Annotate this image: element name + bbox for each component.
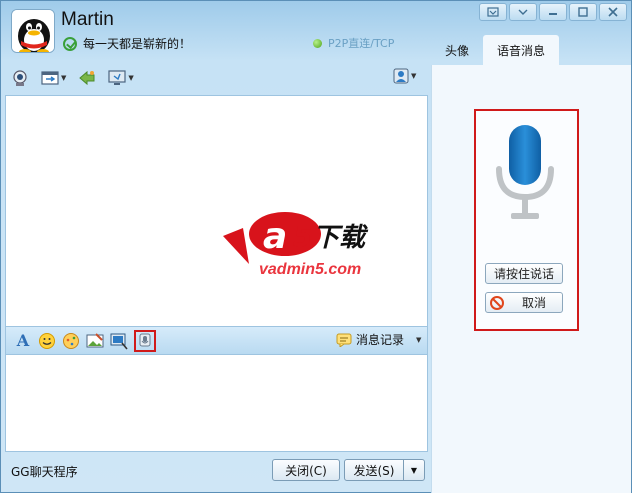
chat-window: Martin 每一天都是崭新的！ P2P直连/TCP ▼ ▼ ▼ a 5 下载 … xyxy=(0,0,632,493)
voice-message-icon xyxy=(139,333,151,346)
contact-card-dropdown-icon[interactable]: ▼ xyxy=(411,72,416,80)
voice-message-button[interactable] xyxy=(134,329,156,352)
font-icon: A xyxy=(16,331,30,350)
image-icon xyxy=(86,332,104,347)
send-button[interactable]: 发送(S) xyxy=(344,459,404,481)
connection-status: P2P直连/TCP xyxy=(313,35,394,51)
cancel-icon xyxy=(490,295,504,310)
screenshot-button[interactable] xyxy=(110,332,128,350)
send-options-button[interactable]: ▼ xyxy=(403,459,425,481)
contact-avatar[interactable] xyxy=(11,9,55,53)
camera-icon xyxy=(13,70,27,86)
microphone-graphic xyxy=(494,123,556,223)
chevron-down-icon: ▼ xyxy=(410,465,418,475)
side-panel-tabs: 头像 语音消息 xyxy=(431,35,560,65)
maximize-button[interactable] xyxy=(569,3,597,21)
magic-emoji-button[interactable] xyxy=(62,332,80,350)
emoji-icon xyxy=(39,332,55,349)
video-call-button[interactable] xyxy=(7,67,33,89)
a5-logo-icon: a 5 下载 vadmin5.com xyxy=(223,212,369,278)
connection-dot-icon xyxy=(313,38,322,48)
close-button[interactable] xyxy=(599,3,627,21)
menu-icon xyxy=(518,9,528,15)
signature-text: 每一天都是崭新的！ xyxy=(83,37,192,51)
file-transfer-icon xyxy=(41,71,59,85)
app-name-label: GG聊天程序 xyxy=(11,465,78,479)
signature-status-icon xyxy=(63,36,77,51)
skin-button[interactable] xyxy=(479,3,507,21)
input-tool-icons: A xyxy=(6,329,156,352)
file-transfer-button[interactable]: ▼ xyxy=(37,67,70,89)
emoji-button[interactable] xyxy=(38,332,56,350)
hold-to-talk-button[interactable]: 请按住说话 xyxy=(485,263,563,284)
skin-icon xyxy=(487,7,499,17)
contact-card-icon xyxy=(393,68,409,84)
history-dropdown-icon[interactable]: ▼ xyxy=(416,336,421,344)
screen-share-dropdown-icon[interactable]: ▼ xyxy=(128,74,133,82)
microphone-icon xyxy=(496,125,554,219)
input-toolbar: A 消息记录 ▼ xyxy=(5,327,428,354)
app-share-icon xyxy=(79,70,95,86)
close-icon xyxy=(608,7,618,17)
svg-text:a: a xyxy=(263,216,287,257)
magic-emoji-icon xyxy=(63,332,79,349)
message-history-label: 消息记录 xyxy=(356,333,405,347)
svg-text:下载: 下载 xyxy=(313,223,369,253)
message-history-button[interactable]: 消息记录 ▼ xyxy=(336,331,421,348)
window-controls xyxy=(479,3,627,21)
image-button[interactable] xyxy=(86,332,104,350)
a5-watermark-logo: a 5 下载 vadmin5.com xyxy=(223,206,413,286)
chat-toolbar: ▼ ▼ xyxy=(7,65,427,91)
contact-card-button[interactable]: ▼ xyxy=(393,68,416,84)
font-button[interactable]: A xyxy=(14,331,32,350)
screen-share-button[interactable]: ▼ xyxy=(104,67,137,89)
contact-signature: 每一天都是崭新的！ xyxy=(63,35,191,52)
tab-avatar[interactable]: 头像 xyxy=(431,35,483,65)
maximize-icon xyxy=(578,7,588,17)
cancel-label: 取消 xyxy=(522,296,547,310)
minimize-icon xyxy=(549,13,557,15)
screenshot-icon xyxy=(110,333,128,350)
svg-text:5: 5 xyxy=(293,220,312,253)
minimize-button[interactable] xyxy=(539,3,567,21)
penguin-avatar-icon xyxy=(12,10,54,52)
contact-name: Martin xyxy=(61,9,114,30)
menu-button[interactable] xyxy=(509,3,537,21)
message-history-icon xyxy=(336,333,352,347)
file-transfer-dropdown-icon[interactable]: ▼ xyxy=(61,74,66,82)
screen-share-icon xyxy=(108,70,126,85)
app-share-button[interactable] xyxy=(74,67,100,89)
tab-voice-message[interactable]: 语音消息 xyxy=(483,35,560,65)
svg-text:vadmin5.com: vadmin5.com xyxy=(259,261,361,278)
message-input-area[interactable] xyxy=(5,354,428,452)
connection-text: P2P直连/TCP xyxy=(328,37,395,50)
cancel-voice-button[interactable]: 取消 xyxy=(485,292,563,313)
close-chat-button[interactable]: 关闭(C) xyxy=(272,459,340,481)
